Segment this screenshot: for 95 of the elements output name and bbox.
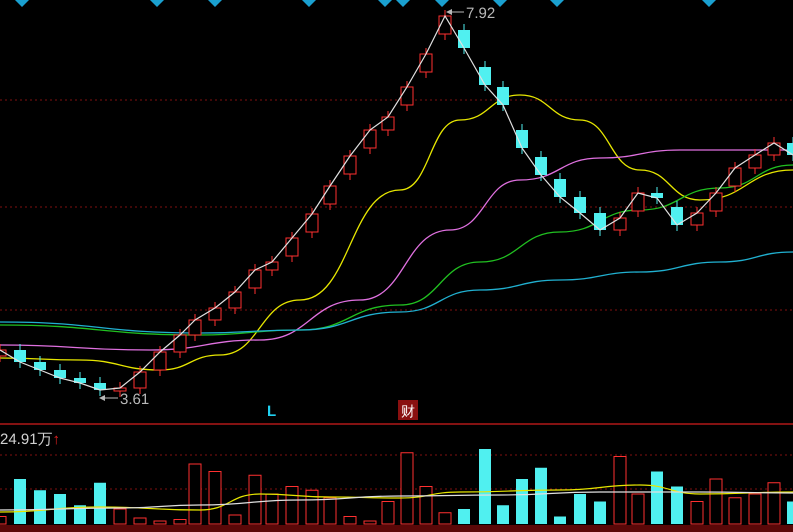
volume-bar <box>458 509 470 524</box>
diamond-icon <box>378 0 392 7</box>
volume-bar <box>497 505 509 524</box>
volume-bar <box>344 516 356 524</box>
candlestick <box>479 60 491 92</box>
volume-bar <box>768 482 780 524</box>
volume-bar <box>208 471 222 524</box>
candlestick <box>364 124 376 154</box>
candlestick <box>748 148 762 174</box>
volume-bar <box>382 501 394 524</box>
candlestick <box>154 346 166 376</box>
diamond-icon <box>396 0 410 7</box>
candlestick <box>594 206 606 236</box>
candlestick <box>344 150 356 180</box>
volume-bar <box>94 482 106 524</box>
candlestick <box>614 212 626 236</box>
candlestick <box>516 124 528 154</box>
candlestick <box>94 376 106 396</box>
volume-bar <box>364 520 376 524</box>
volume-bar <box>574 494 586 524</box>
candlestick <box>768 136 780 162</box>
volume-bar <box>651 472 663 524</box>
candlestick <box>174 328 186 358</box>
diamond-icon <box>150 0 164 7</box>
candlestick <box>208 302 222 326</box>
candlestick <box>134 366 146 394</box>
volume-bar <box>787 502 793 524</box>
candlestick <box>497 80 509 112</box>
candlestick <box>382 110 394 136</box>
candlestick <box>324 180 336 210</box>
candlestick <box>651 186 663 204</box>
candlestick <box>787 136 793 162</box>
candlestick <box>266 256 278 276</box>
volume-bar <box>748 494 762 524</box>
finance-badge: 财 <box>398 400 418 420</box>
candlestick <box>671 200 683 232</box>
candlestick <box>690 206 704 232</box>
candlestick <box>554 172 566 204</box>
candlestick <box>728 162 742 192</box>
candlestick <box>14 344 26 368</box>
candlestick <box>632 186 644 218</box>
candlestick <box>286 232 298 262</box>
volume-bar <box>420 486 432 524</box>
volume-bar <box>248 474 262 524</box>
candlestick <box>710 186 722 218</box>
volume-reading: 24.91万↑ <box>0 431 60 448</box>
volume-bar <box>154 520 166 524</box>
candlestick <box>54 364 66 384</box>
volume-bar <box>614 456 626 524</box>
volume-bar <box>632 494 644 524</box>
volume-bar <box>710 478 722 524</box>
candlestick <box>306 208 318 238</box>
diamond-icon <box>208 0 222 7</box>
volume-bar <box>728 497 742 524</box>
volume-bar <box>535 468 547 524</box>
diamond-icon <box>493 0 507 7</box>
candlestick <box>188 314 202 342</box>
high-pointer-arrow <box>446 9 464 15</box>
diamond-icon <box>302 0 316 7</box>
diamond-icon <box>15 0 29 7</box>
candlestick <box>535 150 547 182</box>
volume-bar <box>324 497 336 524</box>
candlestick <box>574 190 586 220</box>
volume-bar <box>134 518 146 524</box>
candlestick <box>438 10 452 40</box>
volume-bar <box>228 514 242 524</box>
candlestick <box>34 356 46 376</box>
candlestick <box>74 372 86 390</box>
volume-bar <box>114 508 126 524</box>
volume-bar <box>188 464 202 524</box>
volume-bar <box>690 501 704 524</box>
low-price-label: 3.61 <box>120 391 150 408</box>
candlestick <box>420 48 432 78</box>
volume-bar <box>174 519 186 524</box>
volume-bar <box>34 490 46 524</box>
volume-bar <box>54 494 66 524</box>
diamond-icon <box>550 0 564 7</box>
candlestick <box>228 286 242 314</box>
candlestick <box>400 80 414 112</box>
volume-bar <box>14 479 26 524</box>
diamond-icon <box>702 0 716 7</box>
volume-bar <box>306 490 318 524</box>
diamond-icon <box>435 0 449 7</box>
volume-bar <box>554 516 566 524</box>
low-pointer-arrow <box>99 395 118 401</box>
candlestick <box>248 264 262 294</box>
volume-bar <box>594 502 606 524</box>
volume-bar <box>266 494 278 524</box>
chart-marker-letter: L <box>267 403 276 420</box>
high-price-label: 7.92 <box>466 5 496 22</box>
candlestick <box>458 24 470 54</box>
volume-bar <box>438 512 452 524</box>
volume-bar <box>516 479 528 524</box>
volume-bar <box>286 486 298 524</box>
volume-bar <box>671 486 683 524</box>
